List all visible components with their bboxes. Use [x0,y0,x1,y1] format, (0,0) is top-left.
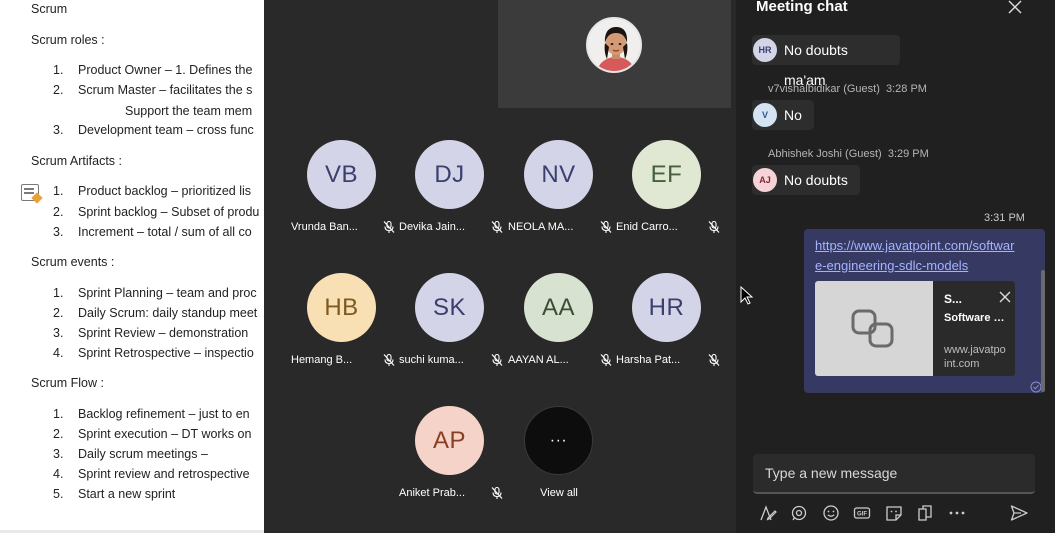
chat-title: Meeting chat [756,0,848,15]
doc-heading: Scrum [31,2,68,16]
more-options-icon[interactable] [947,503,967,523]
doc-list-item: 3. Daily scrum meetings – [53,447,208,461]
link-preview-title: S... [944,292,963,306]
message-link[interactable]: https://www.javatpoint.com/software-engi… [815,236,1017,276]
sender-avatar: V [753,103,777,127]
close-preview-icon[interactable] [999,291,1011,303]
link-preview-description: Software Engineeri... [944,312,1008,324]
participant-avatar: VB [307,140,376,209]
document-view: Scrum Scrum roles : 1. Product Owner – 1.… [0,0,264,533]
mic-muted-icon [491,353,503,366]
participant-avatar: EF [632,140,701,209]
doc-list-item: 4. Sprint Retrospective – inspectio [53,346,254,360]
doc-list-item: 2. Daily Scrum: daily standup meet [53,306,258,320]
mic-muted-icon [383,353,395,366]
self-video-tile[interactable] [498,0,731,108]
participant-name: Aniket Prab... [399,487,466,499]
link-icon [851,309,894,348]
send-icon[interactable] [1009,503,1029,523]
own-message-time: 3:31 PM [984,212,1025,224]
link-preview-card[interactable]: S... Software Engineeri... www.javatpoin… [815,281,1015,376]
link-preview-thumbnail [815,281,933,376]
message-text: No doubts ma'am [784,42,848,88]
doc-heading: Scrum Artifacts : [31,154,122,168]
mic-muted-icon [491,486,503,499]
doc-list-item: 1. Backlog refinement – just to en [53,407,250,421]
participant-name: Vrunda Ban... [291,221,358,233]
gif-icon[interactable]: GIF [852,503,872,523]
doc-list-item: 4. Sprint review and retrospective [53,467,250,481]
participant-avatar: SK [415,273,484,342]
participant-name: suchi kuma... [399,354,464,366]
mic-muted-icon [600,220,612,233]
emoji-icon[interactable] [821,503,841,523]
doc-list-item: 5. Start a new sprint [53,487,176,501]
participant-name: Devika Jain... [399,221,466,233]
doc-list-item: 1. Product Owner – 1. Defines the [53,63,253,77]
participant-avatar: DJ [415,140,484,209]
participant-avatar: HR [632,273,701,342]
doc-heading: Scrum events : [31,255,115,269]
doc-list-continuation: Support the team mem [125,104,253,118]
sender-avatar: HR [753,38,777,62]
comment-icon[interactable] [21,184,39,201]
mic-muted-icon [708,353,720,366]
doc-list-item: 1. Product backlog – prioritized lis [53,184,251,198]
mic-muted-icon [383,220,395,233]
mouse-cursor-icon [740,286,754,305]
mic-muted-icon [491,220,503,233]
participant-name: AAYAN AL... [508,354,569,366]
mic-muted-icon [708,220,720,233]
message-input[interactable] [753,454,1035,492]
compose-box[interactable] [753,454,1035,494]
link-preview-domain: www.javatpoint.com [944,344,1006,370]
participant-name: Enid Carro... [616,221,678,233]
meeting-stage: VB Vrunda Ban... DJ Devika Jain... NV NE… [264,0,736,533]
message-header: v7vishalbidikar (Guest) 3:28 PM [768,83,927,95]
meeting-chat-panel: Meeting chat No doubts ma'am HR v7vishal… [736,0,1055,533]
sender-avatar: AJ [753,168,777,192]
close-icon[interactable] [1006,0,1024,16]
doc-list-item: 2. Scrum Master – facilitates the s [53,83,253,97]
message-header: Abhishek Joshi (Guest) 3:29 PM [768,148,929,160]
doc-list-item: 3. Increment – total / sum of all co [53,225,252,239]
doc-heading: Scrum Flow : [31,376,104,390]
doc-list-item: 3. Development team – cross func [53,123,254,137]
more-icon: ··· [524,406,593,475]
chat-scrollbar[interactable] [1041,270,1045,392]
doc-list-item: 1. Sprint Planning – team and proc [53,286,257,300]
doc-list-item: 2. Sprint backlog – Subset of produ [53,205,260,219]
doc-list-item: 3. Sprint Review – demonstration [53,326,249,340]
loop-icon[interactable] [789,503,809,523]
participant-name: NEOLA MA... [508,221,574,233]
mic-muted-icon [600,353,612,366]
apps-icon[interactable] [915,503,935,523]
view-all-label: View all [540,487,578,499]
participant-name: Harsha Pat... [616,354,681,366]
svg-text:GIF: GIF [857,512,867,518]
sticker-icon[interactable] [884,503,904,523]
message-text: No [784,107,802,123]
doc-heading: Scrum roles : [31,33,105,47]
participant-avatar: AA [524,273,593,342]
presenter-photo [588,19,640,71]
participant-avatar: AP [415,406,484,475]
format-icon[interactable] [758,503,778,523]
message-text: No doubts [784,172,848,188]
participant-name: Hemang B... [291,354,353,366]
participant-avatar: NV [524,140,593,209]
doc-list-item: 2. Sprint execution – DT works on [53,427,252,441]
participant-avatar: HB [307,273,376,342]
own-chat-message[interactable]: https://www.javatpoint.com/software-engi… [804,229,1045,393]
presenter-avatar [586,17,642,73]
